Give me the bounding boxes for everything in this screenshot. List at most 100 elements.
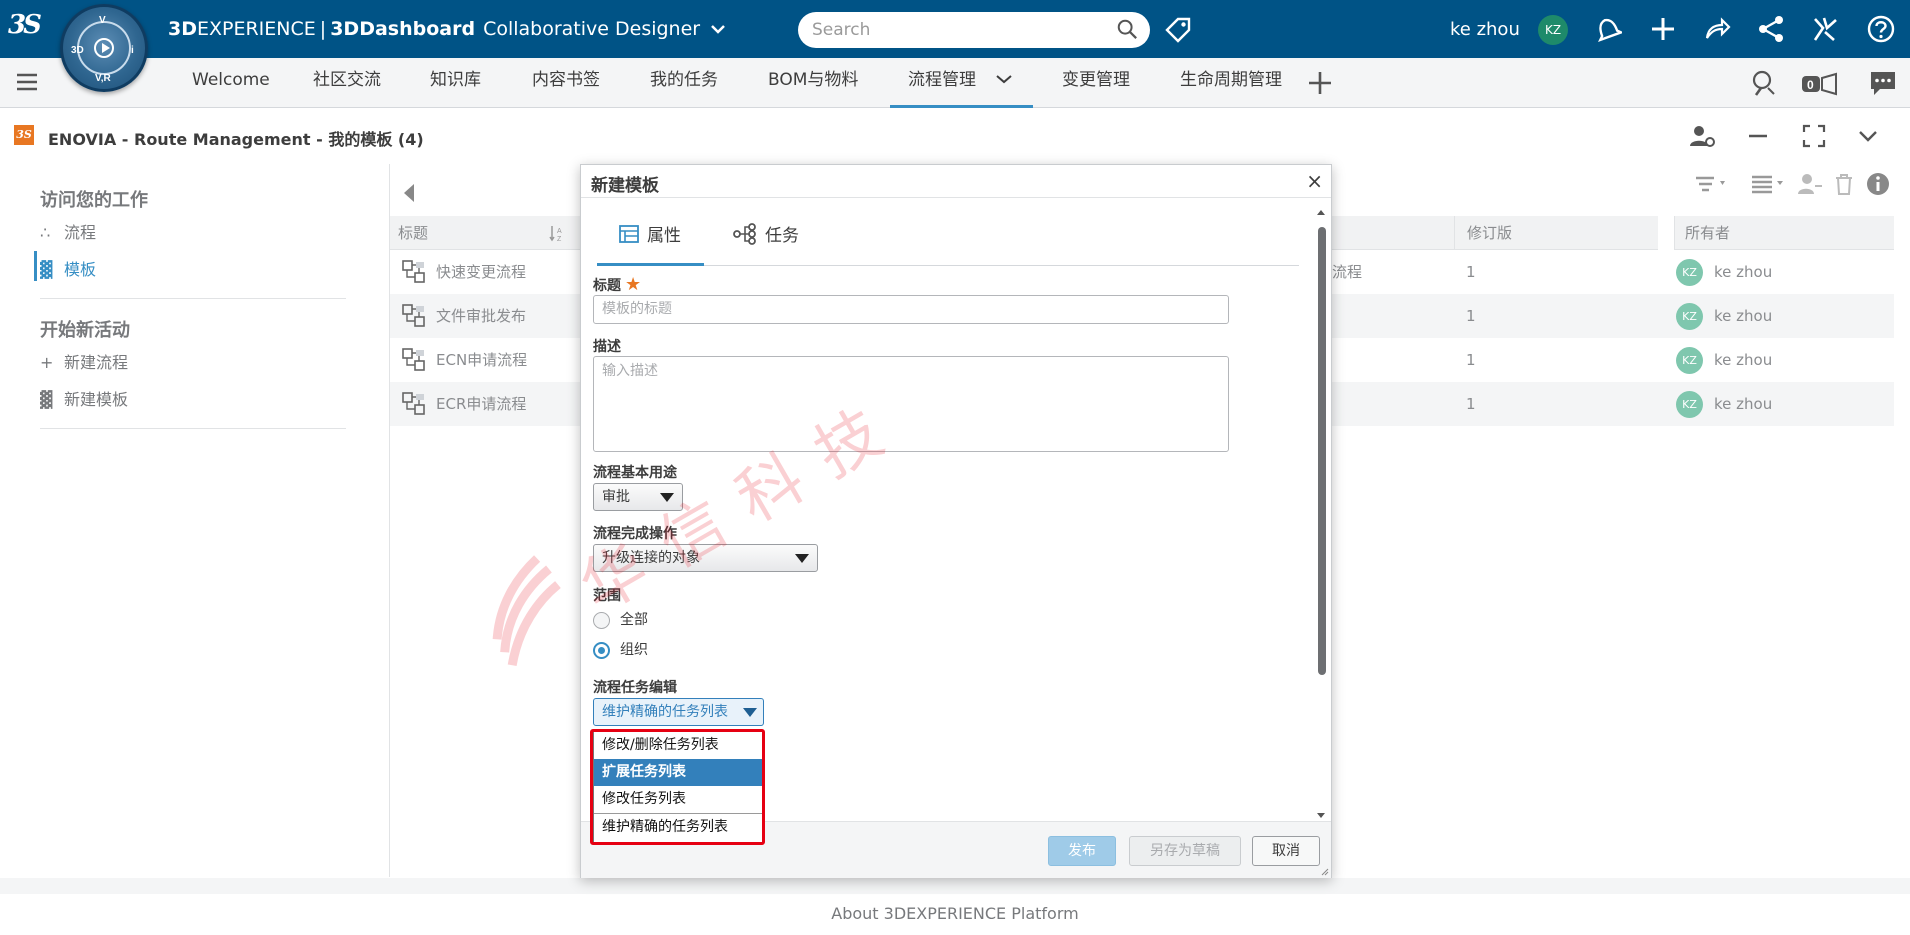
left-item-routes-label: 流程: [64, 223, 97, 242]
tab-bom[interactable]: BOM与物料: [768, 58, 858, 108]
completion-label: 流程完成操作: [593, 526, 677, 542]
tab-change-management[interactable]: 变更管理: [1062, 58, 1130, 108]
tab-lifecycle[interactable]: 生命周期管理: [1180, 58, 1282, 108]
divider: [40, 298, 346, 299]
row-revision: 1: [1466, 351, 1476, 369]
row-revision: 1: [1466, 307, 1476, 325]
dropdown-arrow-icon: [660, 493, 674, 502]
user-avatar[interactable]: KZ: [1538, 15, 1568, 45]
column-header-owner[interactable]: 所有者: [1674, 216, 1894, 250]
info-icon[interactable]: [1864, 170, 1892, 198]
tab-my-tasks[interactable]: 我的任务: [650, 58, 718, 108]
minimize-icon[interactable]: [1744, 122, 1772, 150]
share-icon[interactable]: [1702, 14, 1732, 44]
radio-off-icon[interactable]: [593, 611, 610, 629]
active-tab-underline: [597, 263, 704, 266]
delete-icon[interactable]: [1830, 170, 1858, 198]
scroll-up-icon[interactable]: [1315, 207, 1327, 219]
search-input[interactable]: Search: [798, 12, 1150, 48]
column-header-revision[interactable]: 修订版: [1454, 216, 1658, 250]
tab-properties[interactable]: 属性: [619, 221, 681, 246]
add-icon[interactable]: [1648, 14, 1678, 44]
route-icon: ∴: [40, 223, 51, 242]
tab-tasks[interactable]: 任务: [733, 221, 799, 246]
row-revision: 1: [1466, 263, 1476, 281]
chevron-down-icon[interactable]: [995, 73, 1013, 85]
apps-compass-icon[interactable]: [1810, 14, 1840, 44]
video-count-icon[interactable]: 0: [1800, 68, 1840, 98]
widget-menu-chevron-icon[interactable]: [1854, 122, 1882, 150]
task-edit-select[interactable]: 维护精确的任务列表: [593, 698, 764, 726]
help-icon[interactable]: [1866, 14, 1896, 44]
completion-value: 升级连接的对象: [602, 550, 700, 566]
save-draft-button[interactable]: 另存为草稿: [1129, 836, 1241, 866]
row-owner: ke zhou: [1714, 351, 1773, 369]
brand-3d-2: 3D: [330, 18, 360, 40]
tab-welcome[interactable]: Welcome: [192, 58, 270, 108]
completion-select[interactable]: 升级连接的对象: [593, 544, 818, 572]
grid-icon: ▓: [40, 390, 53, 409]
resize-handle-icon[interactable]: [1319, 866, 1329, 876]
close-icon[interactable]: ×: [1306, 169, 1323, 193]
left-item-new-route[interactable]: + 新建流程: [40, 349, 128, 373]
row-title[interactable]: 快速变更流程: [436, 250, 526, 294]
ds-logo-icon[interactable]: 3S: [8, 10, 48, 48]
tab-knowledge[interactable]: 知识库: [430, 58, 481, 108]
brand-3d: 3D: [168, 18, 197, 40]
search-people-icon[interactable]: [1749, 68, 1779, 98]
plus-icon: +: [40, 353, 54, 372]
svg-text:Z: Z: [557, 236, 562, 242]
left-item-new-template[interactable]: ▓ 新建模板: [40, 386, 128, 410]
user-settings-icon[interactable]: [1688, 122, 1716, 150]
scope-all-radio[interactable]: 全部: [593, 609, 648, 629]
task-edit-label: 流程任务编辑: [593, 680, 677, 696]
row-title[interactable]: 文件审批发布: [436, 294, 526, 338]
menu-icon[interactable]: [16, 72, 38, 92]
description-label: 描述: [593, 339, 621, 355]
dialog-title-divider: [581, 197, 1331, 198]
notification-bell-icon[interactable]: [1592, 14, 1622, 44]
compass-icon[interactable]: V 3D i V,R: [60, 4, 148, 92]
row-route-type: 流程: [1332, 263, 1363, 281]
collapse-panel-icon[interactable]: [394, 178, 424, 208]
add-tab-icon[interactable]: [1307, 70, 1333, 96]
divider: [40, 428, 346, 429]
column-header-title[interactable]: 标题 AZ: [390, 216, 580, 250]
cancel-button[interactable]: 取消: [1252, 836, 1320, 866]
left-item-templates[interactable]: ▓ 模板: [40, 256, 96, 280]
tab-bookmarks[interactable]: 内容书签: [532, 58, 600, 108]
svg-text:0: 0: [1807, 78, 1814, 92]
scope-org-label: 组织: [620, 642, 648, 658]
tab-route-management-label: 流程管理: [908, 70, 976, 90]
purpose-select[interactable]: 审批: [593, 483, 683, 511]
app-brand[interactable]: 3DEXPERIENCE | 3DDashboard Collaborative De…: [168, 18, 726, 40]
chat-icon[interactable]: [1868, 68, 1898, 98]
scope-org-radio[interactable]: 组织: [593, 639, 648, 659]
row-title[interactable]: ECN申请流程: [436, 338, 527, 382]
compass-left-label: 3D: [71, 45, 84, 56]
search-icon[interactable]: [1116, 18, 1138, 40]
chevron-down-icon[interactable]: [710, 23, 726, 35]
tag-icon[interactable]: [1164, 16, 1192, 44]
publish-button[interactable]: 发布: [1048, 836, 1116, 866]
about-platform-link[interactable]: About 3DEXPERIENCE Platform: [831, 904, 1078, 923]
radio-on-icon[interactable]: [593, 641, 610, 659]
row-title[interactable]: ECR申请流程: [436, 382, 526, 426]
scrollbar-thumb[interactable]: [1318, 227, 1326, 675]
row-owner: ke zhou: [1714, 307, 1773, 325]
title-input[interactable]: 模板的标题: [593, 295, 1229, 324]
assign-user-icon[interactable]: [1796, 170, 1824, 198]
scroll-down-icon[interactable]: [1315, 809, 1327, 821]
compass-play-icon[interactable]: [94, 38, 114, 58]
user-name[interactable]: ke zhou: [1450, 19, 1520, 40]
description-textarea[interactable]: 输入描述: [593, 356, 1229, 452]
tab-community[interactable]: 社区交流: [313, 58, 381, 108]
maximize-icon[interactable]: [1800, 122, 1828, 150]
filter-icon[interactable]: [1692, 170, 1730, 198]
left-item-routes[interactable]: ∴ 流程: [40, 219, 96, 243]
list-view-icon[interactable]: [1748, 170, 1788, 198]
network-icon[interactable]: [1756, 14, 1786, 44]
tab-route-management[interactable]: 流程管理: [890, 58, 1033, 108]
sort-icon[interactable]: AZ: [548, 224, 566, 242]
selected-indicator: [34, 251, 37, 281]
